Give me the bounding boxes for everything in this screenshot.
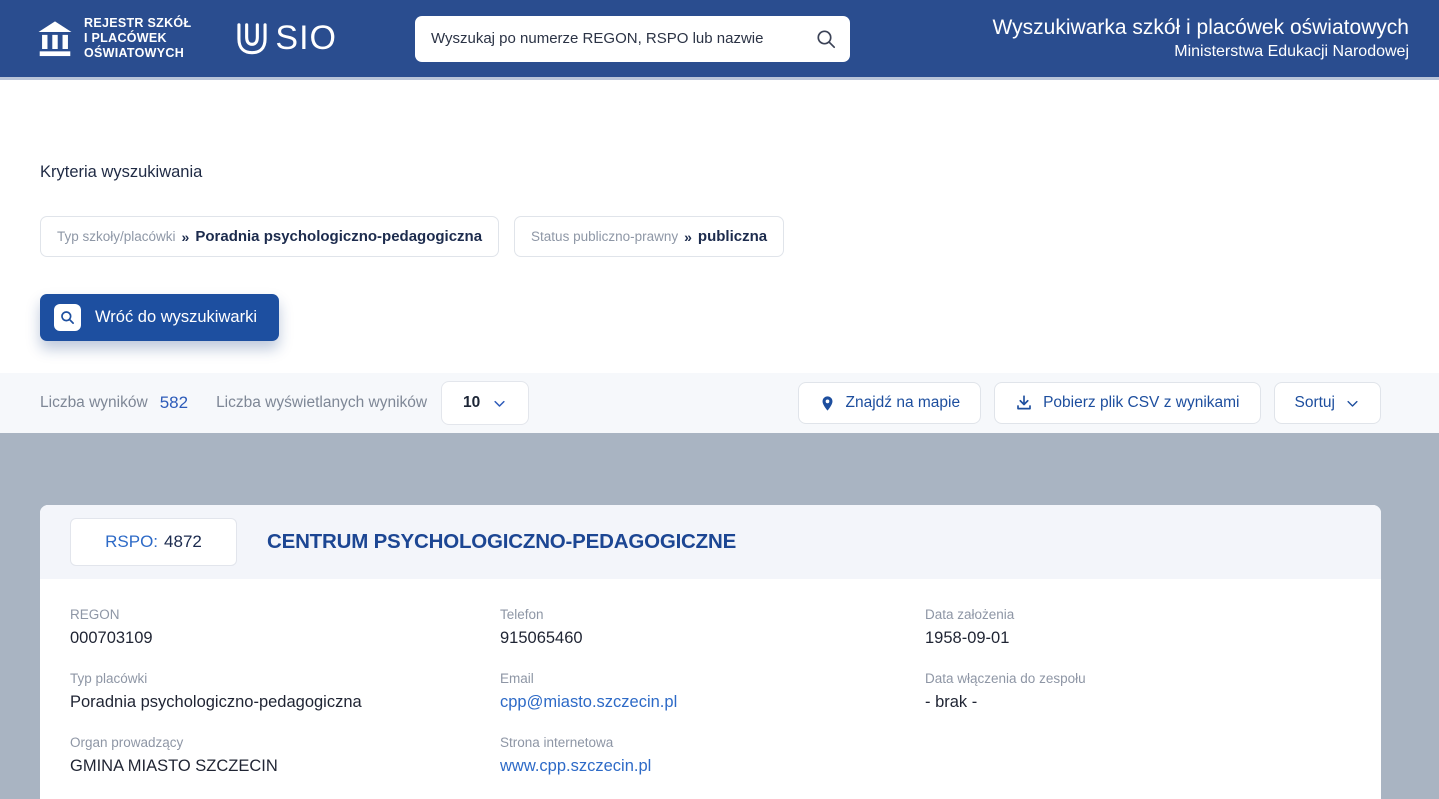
field-label: REGON	[70, 607, 500, 622]
find-on-map-button[interactable]: Znajdź na mapie	[798, 382, 982, 424]
field-data-zalozenia: Data założenia 1958-09-01	[925, 607, 1351, 648]
site-title: Wyszukiwarka szkół i placówek oświatowyc…	[993, 15, 1409, 41]
chevron-down-icon	[492, 396, 507, 411]
field-label: Typ placówki	[70, 671, 500, 686]
institution-name-link[interactable]: CENTRUM PSYCHOLOGICZNO-PEDAGOGICZNE	[267, 530, 736, 554]
website-link[interactable]: www.cpp.szczecin.pl	[500, 757, 925, 776]
field-data-wlaczenia: Data włączenia do zespołu - brak -	[925, 671, 1351, 712]
field-label: Telefon	[500, 607, 925, 622]
sio-owl-icon	[233, 20, 271, 58]
field-value: GMINA MIASTO SZCZECIN	[70, 757, 500, 776]
find-on-map-label: Znajdź na mapie	[846, 394, 961, 412]
rspo-badge[interactable]: RSPO: 4872	[70, 518, 237, 566]
filter-label: Typ szkoły/placówki	[57, 229, 176, 244]
results-bar: Liczba wyników 582 Liczba wyświetlanych …	[0, 373, 1439, 433]
app-header: REJESTR SZKÓŁ I PLACÓWEK OŚWIATOWYCH SIO…	[0, 0, 1439, 80]
chevron-down-icon	[1345, 396, 1360, 411]
results-count-value: 582	[160, 393, 188, 413]
field-organ-prowadzacy: Organ prowadzący GMINA MIASTO SZCZECIN	[70, 735, 500, 776]
magnifier-icon	[54, 304, 81, 331]
field-typ-placowki: Typ placówki Poradnia psychologiczno-ped…	[70, 671, 500, 712]
per-page-label: Liczba wyświetlanych wyników	[216, 394, 427, 412]
card-column-2: Telefon 915065460 Email cpp@miasto.szcze…	[500, 607, 925, 799]
download-csv-button[interactable]: Pobierz plik CSV z wynikami	[994, 382, 1260, 424]
field-value: 915065460	[500, 629, 925, 648]
field-value: 1958-09-01	[925, 629, 1351, 648]
back-to-search-button[interactable]: Wróć do wyszukiwarki	[40, 294, 279, 341]
filter-value: publiczna	[698, 228, 767, 245]
field-email: Email cpp@miasto.szczecin.pl	[500, 671, 925, 712]
rspo-label: RSPO:	[105, 532, 158, 552]
field-value: Poradnia psychologiczno-pedagogiczna	[70, 693, 500, 712]
per-page-value: 10	[463, 394, 480, 412]
rspo-logo-text: REJESTR SZKÓŁ I PLACÓWEK OŚWIATOWYCH	[84, 16, 191, 62]
field-value: - brak -	[925, 693, 1351, 712]
email-link[interactable]: cpp@miasto.szczecin.pl	[500, 693, 925, 712]
rspo-logo[interactable]: REJESTR SZKÓŁ I PLACÓWEK OŚWIATOWYCH	[36, 16, 191, 62]
download-icon	[1015, 394, 1033, 412]
filter-label: Status publiczno-prawny	[531, 229, 678, 244]
map-pin-icon	[819, 394, 836, 413]
criteria-section: Kryteria wyszukiwania Typ szkoły/placówk…	[0, 80, 1439, 341]
rspo-value: 4872	[164, 532, 202, 552]
back-to-search-label: Wróć do wyszukiwarki	[95, 308, 257, 327]
filter-value: Poradnia psychologiczno-pedagogiczna	[195, 228, 482, 245]
field-strona-internetowa: Strona internetowa www.cpp.szczecin.pl	[500, 735, 925, 776]
search-icon[interactable]	[814, 27, 838, 51]
filter-chip-type[interactable]: Typ szkoły/placówki » Poradnia psycholog…	[40, 216, 499, 257]
field-label: Email	[500, 671, 925, 686]
filter-separator: »	[182, 229, 190, 245]
field-telefon: Telefon 915065460	[500, 607, 925, 648]
per-page-select[interactable]: 10	[441, 381, 529, 425]
criteria-heading: Kryteria wyszukiwania	[40, 80, 1399, 182]
result-card-body: REGON 000703109 Typ placówki Poradnia ps…	[40, 579, 1381, 799]
building-icon	[36, 19, 74, 59]
filter-separator: »	[684, 229, 692, 245]
site-subtitle: Ministerstwa Edukacji Narodowej	[993, 42, 1409, 62]
result-card-header: RSPO: 4872 CENTRUM PSYCHOLOGICZNO-PEDAGO…	[40, 505, 1381, 579]
card-column-1: REGON 000703109 Typ placówki Poradnia ps…	[70, 607, 500, 799]
field-value: 000703109	[70, 629, 500, 648]
sort-label: Sortuj	[1295, 394, 1336, 412]
search-input[interactable]	[415, 16, 850, 62]
field-label: Data założenia	[925, 607, 1351, 622]
field-regon: REGON 000703109	[70, 607, 500, 648]
field-label: Strona internetowa	[500, 735, 925, 750]
field-label: Data włączenia do zespołu	[925, 671, 1351, 686]
sort-button[interactable]: Sortuj	[1274, 382, 1382, 424]
results-section: RSPO: 4872 CENTRUM PSYCHOLOGICZNO-PEDAGO…	[0, 433, 1439, 799]
sio-logo-text: SIO	[275, 19, 337, 58]
card-column-3: Data założenia 1958-09-01 Data włączenia…	[925, 607, 1351, 799]
field-label: Organ prowadzący	[70, 735, 500, 750]
result-card: RSPO: 4872 CENTRUM PSYCHOLOGICZNO-PEDAGO…	[40, 505, 1381, 799]
results-count-label: Liczba wyników	[40, 394, 148, 412]
results-actions: Znajdź na mapie Pobierz plik CSV z wynik…	[798, 382, 1382, 424]
filter-chip-status[interactable]: Status publiczno-prawny » publiczna	[514, 216, 784, 257]
header-search	[415, 16, 850, 62]
filter-chips: Typ szkoły/placówki » Poradnia psycholog…	[40, 216, 1399, 257]
sio-logo[interactable]: SIO	[233, 19, 337, 58]
site-titles: Wyszukiwarka szkół i placówek oświatowyc…	[993, 15, 1409, 61]
download-csv-label: Pobierz plik CSV z wynikami	[1043, 394, 1239, 412]
